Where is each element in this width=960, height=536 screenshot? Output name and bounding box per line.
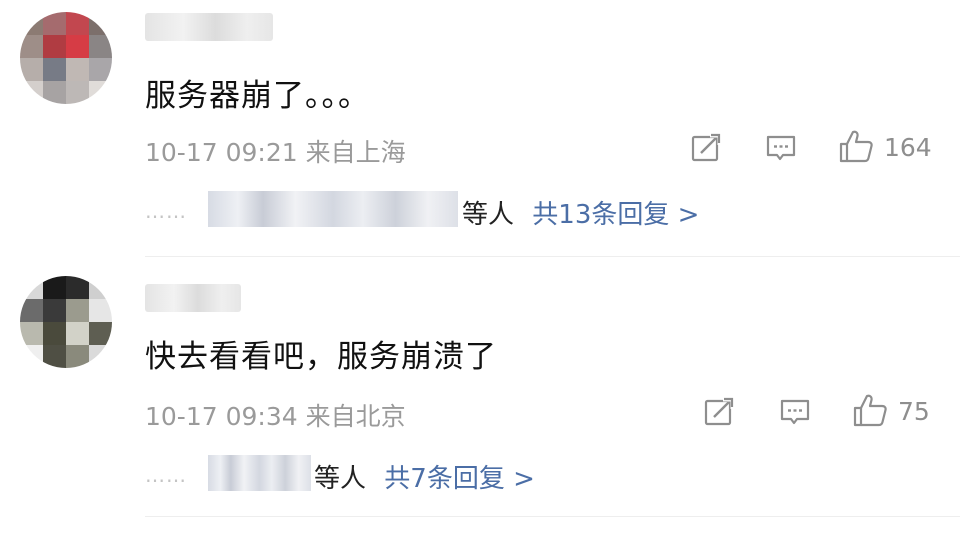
like-icon[interactable]: [838, 128, 874, 164]
avatar-pixel: [66, 35, 89, 58]
avatar-pixel: [66, 58, 89, 81]
like-count: 75: [898, 397, 930, 426]
avatar-pixel: [43, 322, 66, 345]
avatar-pixel: [89, 276, 112, 299]
avatar-pixel: [20, 81, 43, 104]
avatar-pixel: [89, 299, 112, 322]
comment-icon[interactable]: [779, 398, 811, 428]
avatar[interactable]: [20, 12, 112, 104]
avatar-pixel: [20, 12, 43, 35]
repost-icon[interactable]: [691, 133, 723, 163]
reply-dots: ……: [145, 463, 187, 487]
avatar-pixel: [20, 58, 43, 81]
comment-icon[interactable]: [765, 134, 797, 164]
comment-item: 快去看看吧，服务崩溃了 10-17 09:34 来自北京 75 …… 等人 共7…: [0, 258, 960, 536]
avatar-pixel: [43, 35, 66, 58]
avatar-pixel: [43, 81, 66, 104]
like-count: 164: [884, 133, 932, 162]
like-icon[interactable]: [852, 392, 888, 428]
reply-usernames[interactable]: [208, 455, 311, 491]
comment-text: 快去看看吧，服务崩溃了: [145, 339, 497, 375]
avatar-pixel: [43, 12, 66, 35]
divider: [145, 516, 960, 517]
avatar-pixel: [20, 345, 43, 368]
reply-preview[interactable]: ……: [145, 195, 187, 224]
avatar-pixel: [43, 58, 66, 81]
avatar-pixel: [89, 345, 112, 368]
username[interactable]: [145, 13, 273, 41]
avatar-pixel: [43, 299, 66, 322]
comment-item: 服务器崩了。。。 10-17 09:21 来自上海 164 …… 等人 共13条…: [0, 0, 960, 258]
avatar-pixel: [66, 322, 89, 345]
avatar-pixel: [20, 299, 43, 322]
avatar-pixel: [89, 35, 112, 58]
avatar-pixel: [20, 322, 43, 345]
view-replies-link[interactable]: 共13条回复 >: [532, 200, 699, 230]
comment-text: 服务器崩了。。。: [145, 78, 370, 114]
reply-suffix-text: 等人: [462, 200, 515, 230]
reply-preview[interactable]: ……: [145, 459, 187, 488]
avatar-pixel: [20, 276, 43, 299]
comment-time: 10-17 09:21: [145, 138, 298, 167]
reply-summary[interactable]: 等人 共13条回复 >: [462, 194, 699, 231]
avatar-pixel: [89, 322, 112, 345]
reply-usernames[interactable]: [208, 191, 458, 227]
comment-meta: 10-17 09:21 来自上海: [145, 133, 406, 169]
repost-icon[interactable]: [704, 397, 736, 427]
avatar-pixel: [43, 276, 66, 299]
avatar-pixel: [66, 81, 89, 104]
reply-dots: ……: [145, 199, 187, 223]
divider: [145, 256, 960, 257]
comment-time: 10-17 09:34: [145, 402, 298, 431]
avatar-pixel: [43, 345, 66, 368]
username[interactable]: [145, 284, 241, 312]
avatar-pixel: [66, 345, 89, 368]
avatar-pixel: [89, 81, 112, 104]
avatar-pixel: [66, 276, 89, 299]
avatar-pixel: [66, 12, 89, 35]
comment-location: 来自上海: [305, 138, 406, 167]
avatar-pixel: [66, 299, 89, 322]
avatar-pixel: [89, 58, 112, 81]
avatar[interactable]: [20, 276, 112, 368]
comment-location: 来自北京: [305, 402, 406, 431]
comment-meta: 10-17 09:34 来自北京: [145, 397, 406, 433]
view-replies-link[interactable]: 共7条回复 >: [384, 464, 535, 494]
reply-suffix-text: 等人: [314, 464, 367, 494]
avatar-pixel: [20, 35, 43, 58]
avatar-pixel: [89, 12, 112, 35]
reply-summary[interactable]: 等人 共7条回复 >: [314, 458, 535, 495]
